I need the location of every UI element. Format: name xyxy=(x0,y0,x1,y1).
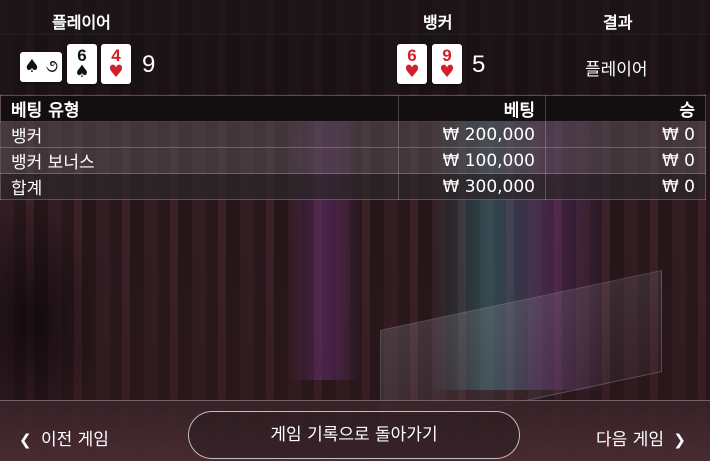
bet-type-cell: 뱅커 xyxy=(0,121,399,148)
bet-type-cell: 뱅커 보너스 xyxy=(0,147,399,174)
banker-card-1: 6 ♥ xyxy=(397,44,427,84)
result-header-label: 결과 xyxy=(603,13,633,32)
banker-header: 뱅커 xyxy=(423,13,453,32)
table-row: 뱅커 보너스 ₩ 100,000 ₩ 0 xyxy=(0,147,706,174)
bets-table-header: 베팅 유형 베팅 승 xyxy=(0,95,706,122)
player-third-card: ♠ ૭ xyxy=(20,52,62,82)
win-amount-cell: ₩ 0 xyxy=(545,147,706,174)
bet-amount-cell: ₩ 300,000 xyxy=(398,173,546,200)
previous-game-button[interactable]: ❮ 이전 게임 xyxy=(15,425,109,450)
heart-icon: ♥ xyxy=(439,62,455,82)
result-value: 플레이어 xyxy=(585,60,648,80)
background-shadow xyxy=(0,200,100,400)
heart-icon: ♥ xyxy=(404,62,420,82)
next-game-label: 다음 게임 xyxy=(596,430,665,450)
back-to-history-label: 게임 기록으로 돌아가기 xyxy=(270,425,438,445)
next-game-button[interactable]: 다음 게임 ❯ xyxy=(596,425,690,450)
bet-type-cell: 합계 xyxy=(0,173,399,200)
win-amount-cell: ₩ 0 xyxy=(545,121,706,148)
column-win: 승 xyxy=(545,95,706,122)
bet-amount-cell: ₩ 100,000 xyxy=(398,147,546,174)
bet-amount-cell: ₩ 200,000 xyxy=(398,121,546,148)
heart-icon: ♥ xyxy=(108,62,124,82)
result-header: 플레이어 뱅커 결과 xyxy=(0,0,710,35)
cards-row: ♠ ૭ 6 ♠ 4 ♥ 9 6 ♥ 9 ♥ 5 플레이어 xyxy=(0,34,710,94)
win-amount-cell: ₩ 0 xyxy=(545,173,706,200)
chevron-left-icon: ❮ xyxy=(19,431,32,449)
player-score: 9 xyxy=(142,51,156,78)
table-row-total: 합계 ₩ 300,000 ₩ 0 xyxy=(0,173,706,200)
table-row: 뱅커 ₩ 200,000 ₩ 0 xyxy=(0,121,706,148)
column-bet: 베팅 xyxy=(398,95,546,122)
player-card-2: 4 ♥ xyxy=(101,44,131,84)
back-to-history-button[interactable]: 게임 기록으로 돌아가기 xyxy=(188,411,520,459)
player-card-1: 6 ♠ xyxy=(67,44,97,84)
player-header: 플레이어 xyxy=(52,13,111,32)
player-third-card-glyph: ♠ ૭ xyxy=(23,56,59,77)
chevron-right-icon: ❯ xyxy=(673,431,686,449)
footer-nav: ❮ 이전 게임 게임 기록으로 돌아가기 다음 게임 ❯ xyxy=(0,400,710,461)
bets-table: 베팅 유형 베팅 승 뱅커 ₩ 200,000 ₩ 0 뱅커 보너스 ₩ 100… xyxy=(0,95,706,200)
spade-icon: ♠ xyxy=(74,62,90,82)
banker-score: 5 xyxy=(472,51,486,78)
previous-game-label: 이전 게임 xyxy=(40,430,109,450)
column-bet-type: 베팅 유형 xyxy=(0,95,399,122)
banker-card-2: 9 ♥ xyxy=(432,44,462,84)
